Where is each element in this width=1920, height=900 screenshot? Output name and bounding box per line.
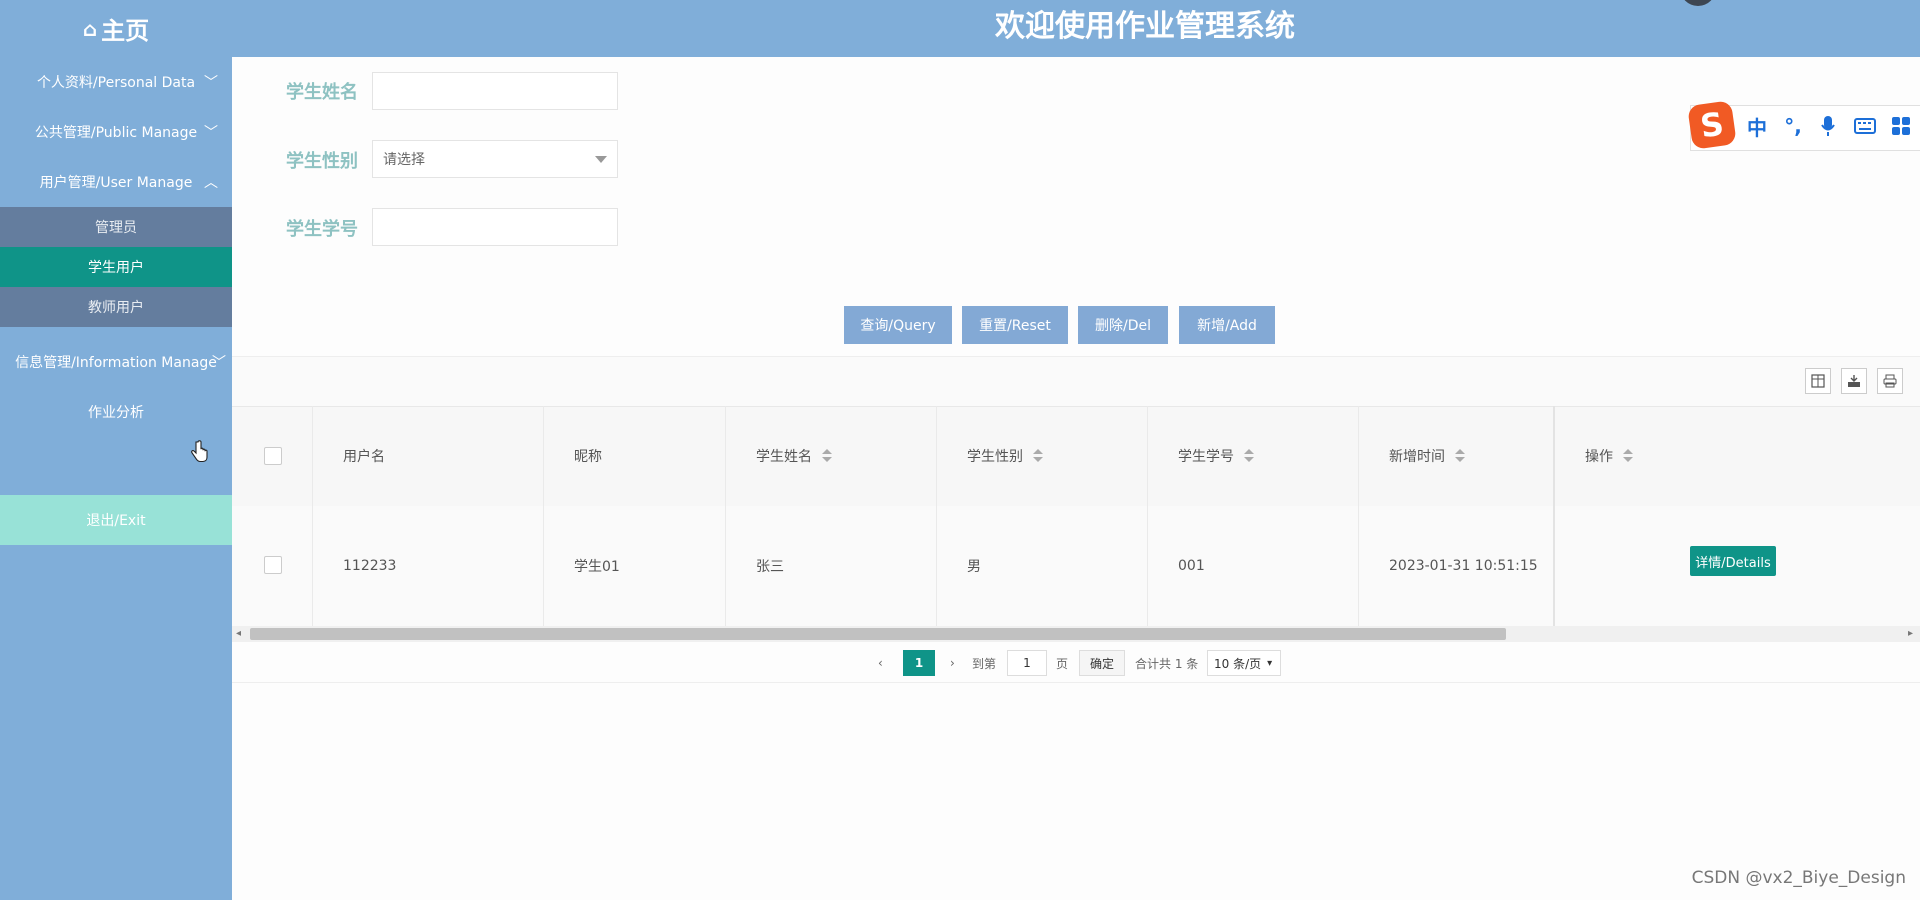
goto-confirm-button[interactable]: 确定 (1079, 650, 1125, 676)
exit-button[interactable]: 退出/Exit (0, 495, 232, 545)
scroll-left-icon[interactable]: ◂ (236, 628, 241, 639)
export-icon[interactable] (1841, 368, 1867, 394)
chevron-down-icon: ﹀ (204, 125, 218, 141)
sidebar-subitem-student-users[interactable]: 学生用户 (0, 247, 232, 287)
scroll-right-icon[interactable]: ▸ (1908, 628, 1913, 639)
ime-language-toggle[interactable]: 中 (1744, 113, 1770, 140)
student-name-label: 学生姓名 (286, 82, 358, 103)
chevron-up-icon: ︿ (204, 175, 218, 191)
column-header-nickname[interactable]: 昵称 (574, 406, 602, 506)
column-divider (725, 406, 726, 626)
sort-icon[interactable] (822, 449, 832, 463)
columns-icon[interactable] (1805, 368, 1831, 394)
query-button[interactable]: 查询/Query (844, 306, 952, 344)
page-number-current[interactable]: 1 (903, 650, 935, 676)
column-header-username[interactable]: 用户名 (343, 406, 385, 506)
home-label: 主页 (101, 17, 150, 45)
cell-student-name: 张三 (756, 559, 784, 575)
column-header-actions[interactable]: 操作 (1585, 406, 1633, 506)
sidebar-item-homework-analysis[interactable]: 作业分析 (0, 387, 232, 437)
student-name-input[interactable] (372, 72, 618, 110)
page-size-select[interactable]: 10 条/页 ▾ (1207, 650, 1281, 676)
chevron-down-icon: ﹀ (204, 75, 218, 91)
column-header-student-gender[interactable]: 学生性别 (967, 406, 1043, 506)
table-header (232, 406, 1920, 508)
column-divider (543, 406, 544, 626)
exit-label: 退出/Exit (86, 513, 146, 529)
sidebar-item-public-manage[interactable]: 公共管理/Public Manage ﹀ (0, 107, 232, 157)
add-button[interactable]: 新增/Add (1179, 306, 1275, 344)
goto-label: 到第 (972, 656, 997, 671)
divider (232, 682, 1920, 683)
next-page-icon[interactable]: › (950, 650, 955, 676)
details-button[interactable]: 详情/Details (1690, 546, 1776, 576)
cell-username: 112233 (343, 558, 397, 574)
sidebar-item-label: 用户管理/User Manage (39, 175, 193, 191)
table-toolbar (232, 356, 1920, 407)
delete-button[interactable]: 删除/Del (1078, 306, 1168, 344)
student-gender-select[interactable]: 请选择 (372, 140, 618, 178)
student-id-label: 学生学号 (286, 219, 358, 240)
column-header-created-time[interactable]: 新增时间 (1389, 406, 1465, 506)
chevron-down-icon: ▾ (1267, 657, 1273, 669)
hand-cursor-icon (191, 440, 208, 463)
sort-icon[interactable] (1455, 449, 1465, 463)
sidebar-item-label: 公共管理/Public Manage (34, 125, 198, 141)
scrollbar-thumb[interactable] (250, 628, 1506, 640)
home-link[interactable]: ⌂ 主页 (0, 0, 232, 57)
fixed-column-shadow (1553, 406, 1555, 626)
sidebar-subitem-label: 教师用户 (88, 300, 144, 316)
cell-student-no: 001 (1178, 558, 1205, 574)
avatar[interactable] (1680, 0, 1716, 6)
sidebar-subitem-label: 管理员 (95, 220, 137, 236)
prev-page-icon[interactable]: ‹ (878, 650, 883, 676)
column-divider (1147, 406, 1148, 626)
table-row (232, 506, 1920, 627)
sidebar-item-user-manage[interactable]: 用户管理/User Manage ︿ (0, 157, 232, 207)
page-unit-label: 页 (1056, 656, 1069, 671)
row-checkbox[interactable] (264, 556, 282, 574)
sidebar-item-personal-data[interactable]: 个人资料/Personal Data ﹀ (0, 57, 232, 107)
column-divider (936, 406, 937, 626)
total-count: 合计共 1 条 (1135, 656, 1199, 671)
cell-nickname: 学生01 (574, 559, 620, 575)
column-header-student-name[interactable]: 学生姓名 (756, 406, 832, 506)
column-header-student-no[interactable]: 学生学号 (1178, 406, 1254, 506)
goto-page-input[interactable]: 1 (1007, 650, 1047, 676)
column-divider (312, 406, 313, 626)
top-header: ⌂ 主页 欢迎使用作业管理系统 (0, 0, 1920, 57)
print-icon[interactable] (1877, 368, 1903, 394)
reset-button[interactable]: 重置/Reset (962, 306, 1068, 344)
page-title: 欢迎使用作业管理系统 (995, 9, 1295, 44)
sogou-logo[interactable]: S (1687, 100, 1737, 150)
sort-icon[interactable] (1033, 449, 1043, 463)
grid-icon[interactable] (1888, 113, 1914, 139)
select-placeholder: 请选择 (383, 152, 425, 168)
sidebar-subitem-admin[interactable]: 管理员 (0, 207, 232, 247)
chevron-down-icon: ﹀ (212, 355, 226, 371)
sidebar-subitem-label: 学生用户 (88, 260, 144, 276)
home-icon: ⌂ (82, 16, 98, 41)
cell-student-gender: 男 (967, 559, 981, 575)
sort-icon[interactable] (1244, 449, 1254, 463)
ime-punctuation-toggle[interactable]: °, (1780, 113, 1806, 139)
select-all-checkbox[interactable] (264, 447, 282, 465)
sidebar-subitem-teacher-users[interactable]: 教师用户 (0, 287, 232, 327)
sidebar-item-label: 个人资料/Personal Data (36, 75, 196, 91)
microphone-icon[interactable] (1816, 113, 1840, 139)
sidebar: 个人资料/Personal Data ﹀ 公共管理/Public Manage … (0, 57, 232, 900)
keyboard-icon[interactable] (1852, 113, 1878, 139)
sidebar-item-information-manage[interactable]: 信息管理/Information Manage ﹀ (0, 337, 232, 387)
sidebar-item-label: 作业分析 (88, 405, 144, 421)
student-gender-label: 学生性别 (286, 151, 358, 172)
sort-icon[interactable] (1623, 449, 1633, 463)
student-id-input[interactable] (372, 208, 618, 246)
sidebar-item-label: 信息管理/Information Manage (15, 355, 217, 371)
watermark: CSDN @vx2_Biye_Design (1691, 868, 1906, 888)
chevron-down-icon (595, 156, 607, 163)
column-divider (1358, 406, 1359, 626)
cell-created-time: 2023-01-31 10:51:15 (1389, 558, 1538, 574)
